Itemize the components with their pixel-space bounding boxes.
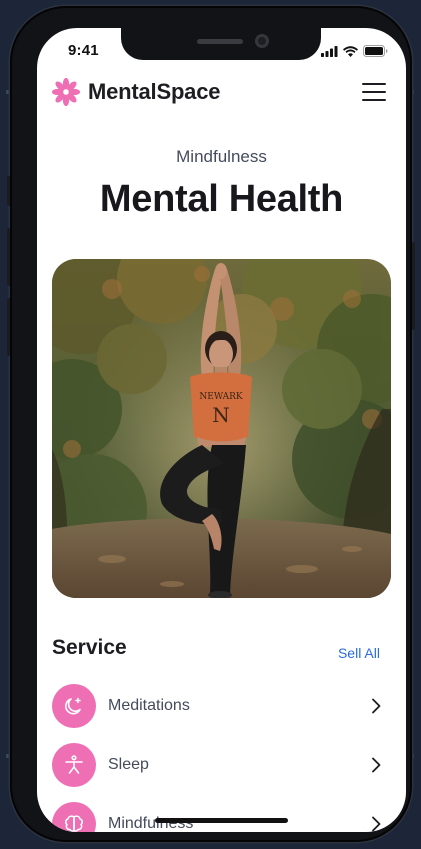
chevron-right-icon <box>368 815 384 832</box>
service-section-title: Service <box>52 636 127 659</box>
service-item-meditations[interactable]: Meditations <box>52 683 384 729</box>
brand-name: MentalSpace <box>88 79 221 104</box>
hero-eyebrow: Mindfulness <box>176 147 267 166</box>
volume-up-button <box>7 228 10 286</box>
wifi-icon <box>343 45 358 57</box>
moon-sparkle-icon <box>52 684 96 728</box>
brain-icon <box>52 802 96 832</box>
service-item-sleep[interactable]: Sleep <box>52 742 384 788</box>
home-indicator[interactable] <box>155 818 288 823</box>
see-all-link[interactable]: Sell All <box>338 645 380 661</box>
phone-frame: 9:41 MentalSpace Mindfulness Mental Heal… <box>7 6 415 842</box>
menu-line <box>362 83 386 85</box>
hero-image: NEWARK N <box>52 259 391 598</box>
svg-text:N: N <box>212 403 230 427</box>
camera-lens <box>255 34 269 48</box>
menu-line <box>362 99 386 101</box>
chevron-right-icon <box>368 756 384 774</box>
volume-down-button <box>7 298 10 356</box>
menu-line <box>362 91 386 93</box>
flower-logo-icon <box>52 78 80 106</box>
brand[interactable]: MentalSpace <box>52 78 220 106</box>
hero-title: Mental Health <box>99 178 344 220</box>
speaker-grille <box>197 39 243 44</box>
power-button <box>412 242 415 330</box>
service-label: Meditations <box>108 697 190 714</box>
signal-icon <box>321 45 338 57</box>
hamburger-menu-icon[interactable] <box>362 83 386 101</box>
app-screen: 9:41 MentalSpace Mindfulness Mental Heal… <box>37 28 406 832</box>
status-time: 9:41 <box>68 42 99 59</box>
svg-text:NEWARK: NEWARK <box>199 392 243 402</box>
status-icons <box>321 45 388 57</box>
chevron-right-icon <box>368 697 384 715</box>
battery-icon <box>363 45 388 57</box>
notch <box>121 28 321 60</box>
mute-switch <box>7 176 10 206</box>
service-item-mindfulness[interactable]: Mindfulness <box>52 801 384 832</box>
person-stretch-icon <box>52 743 96 787</box>
service-label: Sleep <box>108 756 149 773</box>
